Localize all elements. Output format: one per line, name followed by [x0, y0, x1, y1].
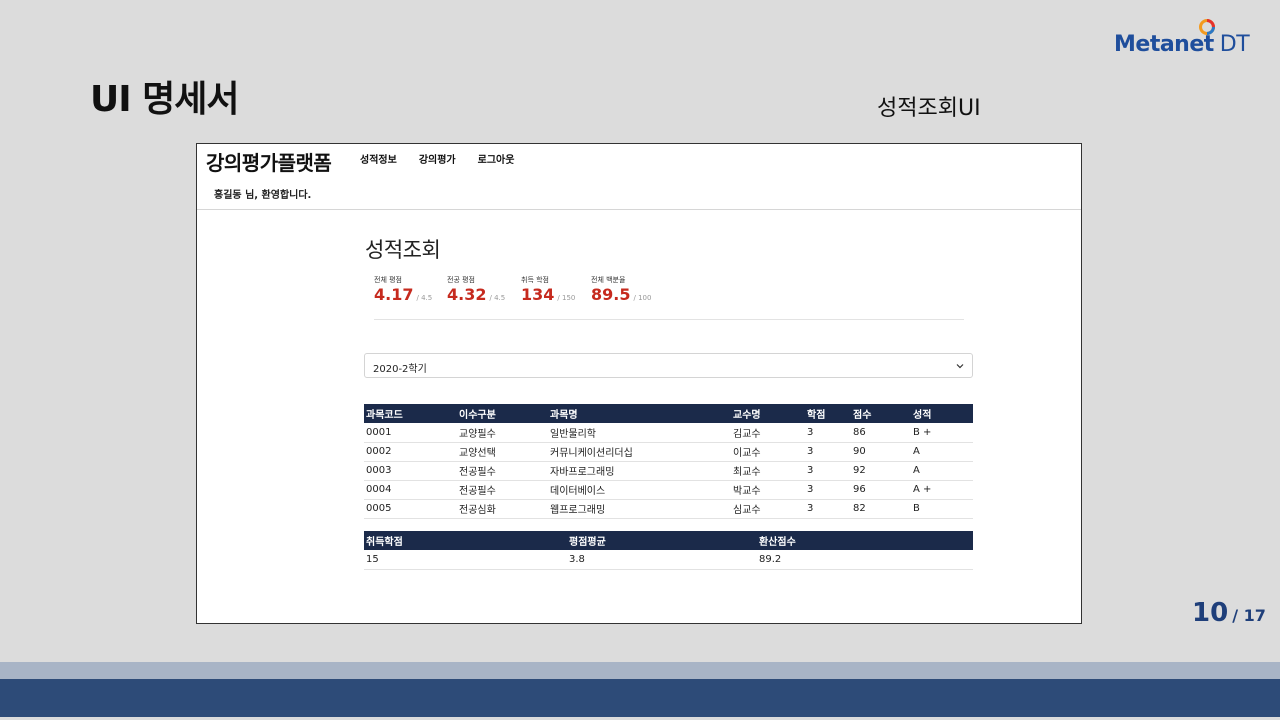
cell-credits: 3	[805, 461, 851, 481]
cell-score: 86	[851, 423, 911, 443]
table-header-row: 과목코드 이수구분 과목명 교수명 학점 점수 성적	[364, 404, 973, 423]
col-earned-credits: 취득학점	[364, 531, 567, 550]
col-course-code: 과목코드	[364, 404, 457, 423]
chevron-down-icon	[956, 364, 964, 369]
course-grades-table: 과목코드 이수구분 과목명 교수명 학점 점수 성적 0001 교양필수 일반물…	[364, 404, 973, 519]
nav-item-logout[interactable]: 로그아웃	[478, 151, 515, 166]
cell-credits: 3	[805, 480, 851, 500]
cell-course-code: 0004	[364, 480, 457, 500]
cell-score: 82	[851, 499, 911, 519]
table-row[interactable]: 0001 교양필수 일반물리학 김교수 3 86 B +	[364, 423, 973, 443]
col-converted-score: 환산점수	[757, 531, 973, 550]
cell-professor: 이교수	[731, 442, 805, 462]
col-course-name: 과목명	[548, 404, 731, 423]
cell-professor: 김교수	[731, 423, 805, 443]
table-row[interactable]: 0005 전공심화 웹프로그래밍 심교수 3 82 B	[364, 499, 973, 519]
col-professor: 교수명	[731, 404, 805, 423]
cell-grade: B	[911, 499, 973, 519]
cell-grade: B +	[911, 423, 973, 443]
stat-max: / 4.5	[489, 294, 506, 302]
cell-course-code: 0005	[364, 499, 457, 519]
cell-professor: 최교수	[731, 461, 805, 481]
cell-course-name: 커뮤니케이션리더십	[548, 442, 731, 462]
cell-grade: A +	[911, 480, 973, 500]
cell-course-name: 데이터베이스	[548, 480, 731, 500]
col-gpa-average: 평점평균	[567, 531, 757, 550]
cell-course-code: 0003	[364, 461, 457, 481]
stat-value: 134	[521, 285, 555, 304]
col-grade: 성적	[911, 404, 973, 423]
cell-course-code: 0002	[364, 442, 457, 462]
table-row[interactable]: 0004 전공필수 데이터베이스 박교수 3 96 A +	[364, 480, 973, 500]
stat-value: 89.5	[591, 285, 631, 304]
nav-item-lecture-evaluation[interactable]: 강의평가	[419, 151, 456, 166]
cell-credits: 3	[805, 423, 851, 443]
stat-major-gpa: 전공 평점 4.32/ 4.5	[447, 275, 505, 304]
table-row[interactable]: 0002 교양선택 커뮤니케이션리더십 이교수 3 90 A	[364, 442, 973, 462]
stat-max: / 4.5	[416, 294, 433, 302]
table-header-row: 취득학점 평점평균 환산점수	[364, 531, 973, 550]
stat-earned-credits: 취득 학점 134/ 150	[521, 275, 575, 304]
cell-category: 교양필수	[457, 423, 548, 443]
stat-overall-gpa: 전체 평점 4.17/ 4.5	[374, 275, 432, 304]
page-number: 10/ 17	[1192, 598, 1266, 628]
cell-score: 96	[851, 480, 911, 500]
cell-score: 92	[851, 461, 911, 481]
top-navbar: 강의평가플랫폼 성적정보 강의평가 로그아웃 홍길동 님, 환영합니다.	[197, 144, 1081, 210]
stat-overall-percentile: 전체 백분율 89.5/ 100	[591, 275, 651, 304]
semester-select-value: 2020-2학기	[373, 364, 427, 375]
cell-professor: 심교수	[731, 499, 805, 519]
cell-category: 전공필수	[457, 480, 548, 500]
cell-course-name: 자바프로그래밍	[548, 461, 731, 481]
welcome-message: 홍길동 님, 환영합니다.	[214, 190, 312, 201]
cell-category: 전공심화	[457, 499, 548, 519]
col-score: 점수	[851, 404, 911, 423]
stat-value: 4.17	[374, 285, 414, 304]
stat-label: 전체 백분율	[591, 276, 626, 284]
app-brand[interactable]: 강의평가플랫폼	[206, 147, 332, 176]
app-screenshot-frame: 강의평가플랫폼 성적정보 강의평가 로그아웃 홍길동 님, 환영합니다. 성적조…	[196, 143, 1082, 624]
stat-label: 전체 평점	[374, 276, 402, 284]
stat-label: 취득 학점	[521, 276, 549, 284]
cell-converted-score: 89.2	[757, 550, 973, 570]
cell-credits: 3	[805, 499, 851, 519]
nav-item-grade-info[interactable]: 성적정보	[360, 151, 397, 166]
slide-subtitle: 성적조회UI	[877, 96, 981, 121]
grade-summary-table: 취득학점 평점평균 환산점수 15 3.8 89.2	[364, 531, 973, 570]
cell-gpa-average: 3.8	[567, 550, 757, 570]
slide-title: UI 명세서	[90, 79, 240, 120]
col-category: 이수구분	[457, 404, 548, 423]
stat-value: 4.32	[447, 285, 487, 304]
cell-category: 교양선택	[457, 442, 548, 462]
cell-course-name: 일반물리학	[548, 423, 731, 443]
grade-stats: 전체 평점 4.17/ 4.5 전공 평점 4.32/ 4.5 취득 학점 13…	[374, 275, 964, 320]
cell-grade: A	[911, 461, 973, 481]
cell-professor: 박교수	[731, 480, 805, 500]
footer-band-light	[0, 662, 1280, 679]
stat-max: / 100	[633, 294, 652, 302]
stat-max: / 150	[557, 294, 576, 302]
stat-label: 전공 평점	[447, 276, 475, 284]
page-heading: 성적조회	[365, 238, 441, 262]
cell-course-name: 웹프로그래밍	[548, 499, 731, 519]
cell-category: 전공필수	[457, 461, 548, 481]
metanet-logo: Metanet DT	[1114, 18, 1250, 62]
logo-text: Metanet DT	[1114, 32, 1250, 57]
page-current: 10	[1192, 598, 1229, 628]
nav-menu: 성적정보 강의평가 로그아웃	[360, 151, 536, 166]
cell-score: 90	[851, 442, 911, 462]
table-row[interactable]: 0003 전공필수 자바프로그래밍 최교수 3 92 A	[364, 461, 973, 481]
cell-credits: 3	[805, 442, 851, 462]
cell-earned-credits: 15	[364, 550, 567, 570]
cell-course-code: 0001	[364, 423, 457, 443]
cell-grade: A	[911, 442, 973, 462]
footer-band-dark	[0, 679, 1280, 717]
col-credits: 학점	[805, 404, 851, 423]
page-total: / 17	[1232, 606, 1266, 625]
semester-select[interactable]: 2020-2학기	[364, 353, 973, 378]
table-row: 15 3.8 89.2	[364, 550, 973, 570]
